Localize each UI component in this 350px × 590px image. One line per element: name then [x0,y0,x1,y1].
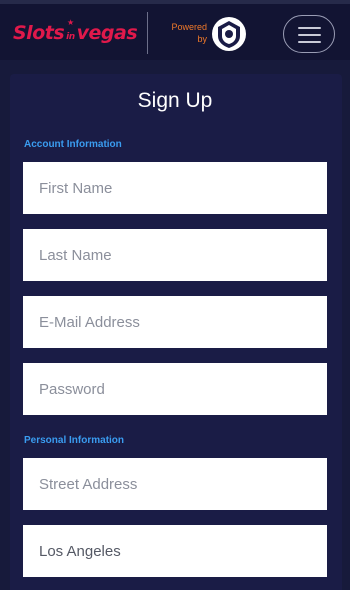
slots-in-vegas-logo[interactable]: ★ Slots in vegas [13,18,138,46]
hamburger-icon [298,27,321,29]
first-name-field[interactable] [23,162,327,214]
page: ★ Slots in vegas Powered by Sign Up Accoun… [0,0,350,590]
street-address-field[interactable] [23,458,327,510]
powered-by-label: Powered by [157,21,207,45]
shield-logo-icon[interactable] [211,16,247,52]
logo-text: Slots in vegas [13,22,138,44]
page-title: Sign Up [137,89,213,112]
hamburger-icon-bar [298,34,321,36]
password-field[interactable] [23,363,327,415]
site-header: ★ Slots in vegas Powered by [0,4,350,60]
personal-information-label: Personal Information [24,435,125,446]
city-field[interactable] [23,525,327,577]
powered-line-1: Powered [171,22,207,32]
logo-part-in: in [66,32,75,42]
hamburger-icon-bar [298,41,321,43]
header-divider [147,12,148,54]
account-information-label: Account Information [24,139,122,150]
menu-button[interactable] [283,15,335,53]
logo-part-slots: Slots [13,22,65,44]
logo-star-icon: ★ [67,18,75,27]
powered-line-2: by [197,34,207,44]
last-name-field[interactable] [23,229,327,281]
email-field[interactable] [23,296,327,348]
logo-part-vegas: vegas [76,22,138,44]
